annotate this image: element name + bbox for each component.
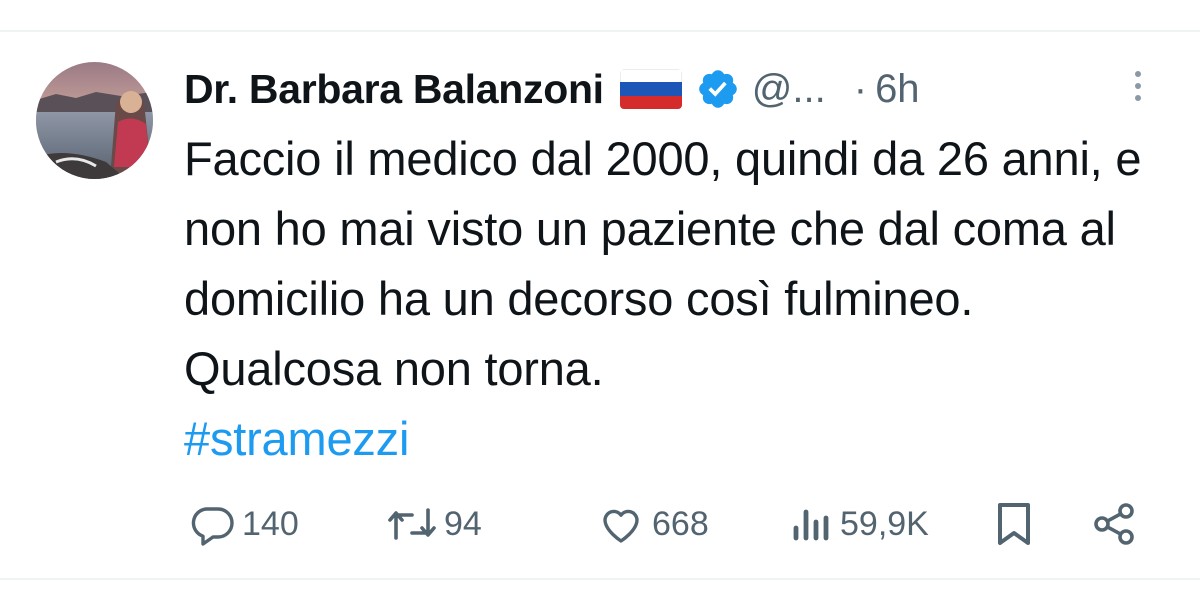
hashtag-link[interactable]: #stramezzi	[184, 404, 1174, 474]
share-button[interactable]	[1090, 494, 1138, 554]
like-button[interactable]: 668	[596, 494, 709, 554]
like-count: 668	[652, 504, 709, 543]
tweet-text: Faccio il medico dal 2000, quindi da 26 …	[184, 124, 1174, 474]
russian-flag-icon	[619, 69, 682, 109]
views-button[interactable]: 59,9K	[790, 494, 929, 554]
analytics-icon	[790, 500, 834, 548]
avatar[interactable]	[36, 62, 153, 179]
verified-badge-icon[interactable]	[696, 67, 740, 111]
timestamp[interactable]: 6h	[875, 67, 920, 112]
action-bar: 140 94 668 59,9K	[0, 494, 1200, 554]
reply-count: 140	[242, 504, 299, 543]
heart-icon	[596, 500, 646, 548]
tweet-body: Faccio il medico dal 2000, quindi da 26 …	[184, 132, 1142, 395]
bookmark-button[interactable]	[994, 494, 1034, 554]
retweet-icon	[386, 500, 438, 548]
reply-icon	[188, 500, 236, 548]
retweet-count: 94	[444, 504, 482, 543]
author-name[interactable]: Dr. Barbara Balanzoni	[184, 66, 604, 113]
tweet-header: Dr. Barbara Balanzoni @... · 6h	[184, 58, 920, 120]
bookmark-icon	[994, 500, 1034, 548]
more-options-icon[interactable]	[1126, 66, 1150, 106]
retweet-button[interactable]: 94	[386, 494, 482, 554]
separator-dot: ·	[853, 66, 868, 111]
author-handle[interactable]: @...	[752, 67, 826, 112]
bottom-divider	[0, 578, 1200, 580]
views-count: 59,9K	[840, 504, 929, 543]
reply-button[interactable]: 140	[188, 494, 299, 554]
share-icon	[1090, 500, 1138, 548]
top-divider	[0, 30, 1200, 32]
